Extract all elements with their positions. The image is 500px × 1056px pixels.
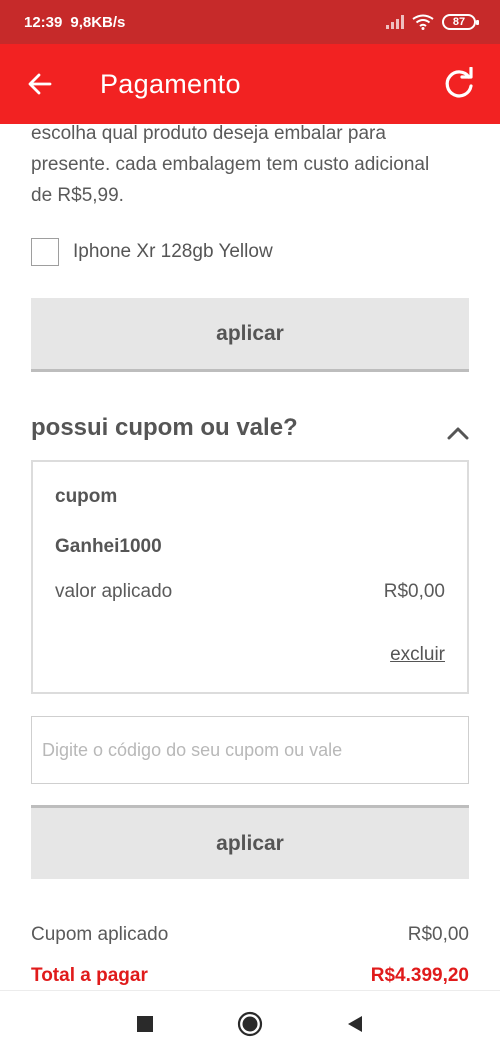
applied-coupon-card: cupom Ganhei1000 valor aplicado R$0,00 e…: [31, 460, 469, 694]
wifi-icon: [412, 14, 434, 30]
coupon-applied-value: R$0,00: [383, 581, 445, 602]
status-right: 87: [386, 14, 479, 30]
recent-apps-icon[interactable]: [137, 1015, 153, 1032]
gift-wrap-product-label: Iphone Xr 128gb Yellow: [73, 241, 273, 262]
coupon-code: Ganhei1000: [55, 536, 162, 557]
nav-back-icon[interactable]: [347, 1015, 363, 1033]
gift-wrap-description: escolha qual produto deseja embalar para…: [31, 124, 430, 206]
system-nav-bar: [0, 990, 500, 1056]
gift-wrap-checkbox[interactable]: [31, 238, 59, 266]
arrow-left-icon[interactable]: [26, 70, 54, 98]
battery-icon: 87: [442, 14, 479, 30]
status-network-speed: 9,8KB/s: [70, 13, 126, 31]
coupon-applied-label: valor aplicado: [55, 581, 173, 602]
summary-total-value: R$4.399,20: [370, 965, 469, 986]
coupon-applied-value-row: valor aplicado R$0,00: [55, 581, 445, 603]
coupon-code-input[interactable]: [31, 716, 469, 784]
coupon-section-header[interactable]: possui cupom ou vale?: [31, 414, 471, 442]
summary-coupon-row: Cupom aplicado R$0,00: [31, 924, 469, 946]
chevron-up-icon[interactable]: [447, 426, 469, 440]
coupon-apply-button[interactable]: aplicar: [31, 805, 469, 879]
summary-total-row: Total a pagar R$4.399,20: [31, 965, 469, 987]
gift-apply-button[interactable]: aplicar: [31, 298, 469, 372]
coupon-section-title: possui cupom ou vale?: [31, 414, 298, 441]
coupon-card-label: cupom: [55, 486, 118, 507]
status-bar: 12:39 9,8KB/s 87: [0, 0, 500, 44]
app-bar: Pagamento: [0, 44, 500, 124]
summary-coupon-value: R$0,00: [407, 924, 469, 945]
page-title: Pagamento: [100, 68, 241, 99]
status-time: 12:39: [24, 13, 63, 31]
summary-coupon-label: Cupom aplicado: [31, 924, 169, 945]
summary-total-label: Total a pagar: [31, 965, 148, 986]
refresh-icon[interactable]: [442, 67, 476, 101]
gift-wrap-option[interactable]: Iphone Xr 128gb Yellow: [31, 238, 273, 266]
signal-icon: [386, 15, 404, 29]
battery-level: 87: [452, 16, 466, 28]
home-icon[interactable]: [237, 1011, 263, 1037]
payment-content[interactable]: escolha qual produto deseja embalar para…: [0, 124, 500, 990]
status-left: 12:39 9,8KB/s: [24, 14, 125, 31]
remove-coupon-link[interactable]: excluir: [390, 644, 445, 666]
